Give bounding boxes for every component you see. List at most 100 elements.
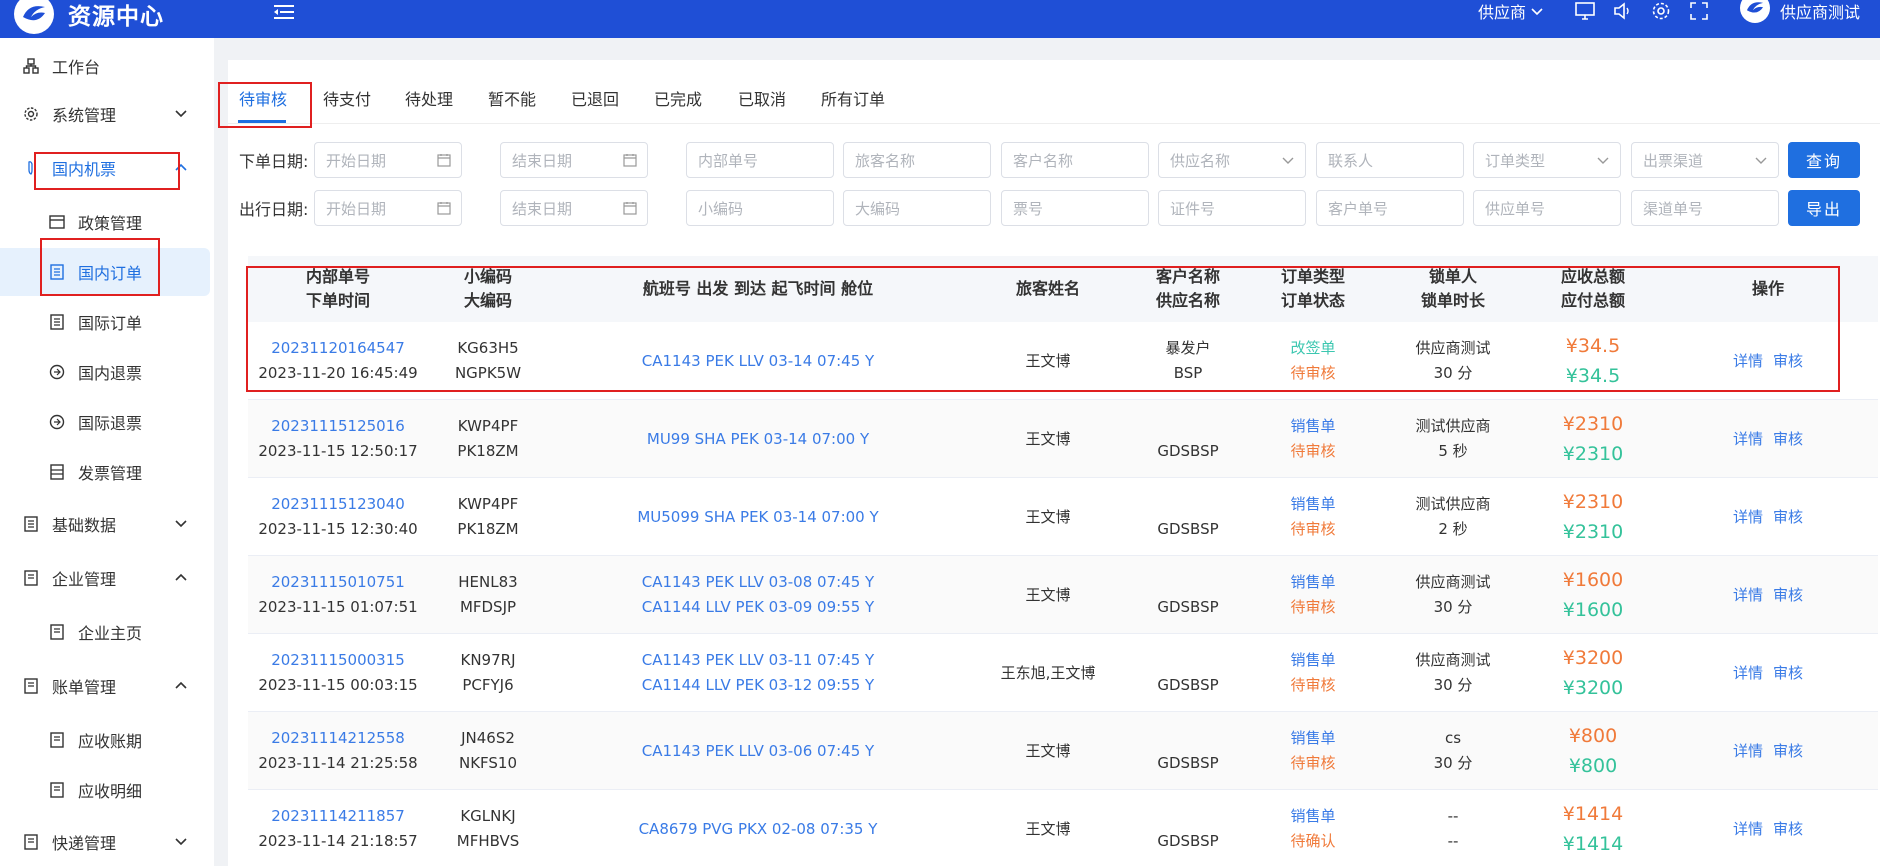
tab-completed[interactable]: 已完成 <box>654 86 702 110</box>
sidebar-item-enterprise[interactable]: 企业管理 <box>0 554 214 602</box>
supplier-order-no-input[interactable]: 供应单号 <box>1473 190 1621 226</box>
menu-toggle-icon[interactable] <box>272 0 296 24</box>
avatar[interactable] <box>1739 0 1770 23</box>
supplier-name-select[interactable]: 供应名称 <box>1158 142 1306 178</box>
supplier-name: GDSBSP <box>1157 754 1219 772</box>
fullscreen-icon[interactable] <box>1688 0 1710 22</box>
tab-returned[interactable]: 已退回 <box>571 86 619 110</box>
sidebar-item-enterprise-home[interactable]: 企业主页 <box>0 608 214 656</box>
tab-temporarily-unable[interactable]: 暂不能 <box>488 86 536 110</box>
contact-input[interactable]: 联系人 <box>1316 142 1464 178</box>
tab-pending-review[interactable]: 待审核 <box>239 86 287 110</box>
order-type-select[interactable]: 订单类型 <box>1473 142 1621 178</box>
order-cell: 20231115000315 2023-11-15 00:03:15 <box>248 634 428 712</box>
audit-link[interactable]: 审核 <box>1773 505 1803 530</box>
passenger-cell: 王文博 <box>968 322 1128 400</box>
small-code: KWP4PF <box>457 417 519 435</box>
sidebar-item-invoice[interactable]: 发票管理 <box>0 448 214 496</box>
speaker-icon[interactable] <box>1612 0 1634 22</box>
flight-link[interactable]: CA8679 PVG PKX 02-08 07:35 Y <box>639 817 878 842</box>
sidebar-item-label: 账单管理 <box>52 678 117 697</box>
locker-name: 供应商测试 <box>1415 339 1491 357</box>
sidebar-item-basic-data[interactable]: 基础数据 <box>0 500 214 548</box>
tab-cancelled[interactable]: 已取消 <box>738 86 786 110</box>
depart-start-date-input[interactable]: 开始日期 <box>314 190 462 226</box>
actions-cell: 详情 审核 <box>1658 478 1878 556</box>
order-no-link[interactable]: 20231115125016 <box>271 414 405 439</box>
detail-link[interactable]: 详情 <box>1733 817 1763 842</box>
order-no-link[interactable]: 20231120164547 <box>271 336 405 361</box>
flight-link[interactable]: CA1143 PEK LLV 03-11 07:45 Y <box>642 648 874 673</box>
passenger-name-input[interactable]: 旅客名称 <box>843 142 991 178</box>
id-no-input[interactable]: 证件号 <box>1158 190 1306 226</box>
actions-cell: 详情 审核 <box>1658 634 1878 712</box>
order-start-date-input[interactable]: 开始日期 <box>314 142 462 178</box>
detail-link[interactable]: 详情 <box>1733 661 1763 686</box>
small-code-input[interactable]: 小编码 <box>686 190 834 226</box>
audit-link[interactable]: 审核 <box>1773 427 1803 452</box>
sidebar-item-system[interactable]: 系统管理 <box>0 90 214 138</box>
tab-pending-payment[interactable]: 待支付 <box>323 86 371 110</box>
order-no-link[interactable]: 20231114212558 <box>271 726 405 751</box>
type-cell: 销售单 待审核 <box>1248 400 1378 478</box>
flight-link[interactable]: CA1143 PEK LLV 03-14 07:45 Y <box>642 349 874 374</box>
monitor-icon[interactable] <box>1574 0 1596 22</box>
flight-cell: CA1143 PEK LLV 03-06 07:45 Y <box>548 712 968 790</box>
sidebar-item-domestic-order[interactable]: 国内订单 <box>0 248 210 296</box>
audit-link[interactable]: 审核 <box>1773 739 1803 764</box>
locker-name: 供应商测试 <box>1415 573 1491 591</box>
sidebar-item-express[interactable]: 快递管理 <box>0 818 214 866</box>
export-button[interactable]: 导出 <box>1788 190 1860 226</box>
order-end-date-input[interactable]: 结束日期 <box>500 142 648 178</box>
internal-order-no-input[interactable]: 内部单号 <box>686 142 834 178</box>
sidebar-item-intl-order[interactable]: 国际订单 <box>0 298 214 346</box>
big-code-input[interactable]: 大编码 <box>843 190 991 226</box>
order-no-link[interactable]: 20231114211857 <box>271 804 405 829</box>
audit-link[interactable]: 审核 <box>1773 349 1803 374</box>
sidebar-item-policy[interactable]: 政策管理 <box>0 198 214 246</box>
tab-all-orders[interactable]: 所有订单 <box>821 86 885 110</box>
code-cell: HENL83 MFDSJP <box>428 556 548 634</box>
ticket-channel-select[interactable]: 出票渠道 <box>1631 142 1779 178</box>
flight-link[interactable]: CA1143 PEK LLV 03-08 07:45 Y <box>642 570 874 595</box>
flight-link[interactable]: CA1144 LLV PEK 03-12 09:55 Y <box>642 673 874 698</box>
tab-pending-process[interactable]: 待处理 <box>405 86 453 110</box>
detail-link[interactable]: 详情 <box>1733 583 1763 608</box>
sidebar-item-intl-refund[interactable]: 国际退票 <box>0 398 214 446</box>
sidebar-item-billing[interactable]: 账单管理 <box>0 662 214 710</box>
flight-link[interactable]: MU99 SHA PEK 03-14 07:00 Y <box>647 427 869 452</box>
flight-link[interactable]: CA1144 LLV PEK 03-09 09:55 Y <box>642 595 874 620</box>
placeholder: 大编码 <box>855 199 901 218</box>
customer-order-no-input[interactable]: 客户单号 <box>1316 190 1464 226</box>
sidebar-item-label: 企业主页 <box>78 624 143 643</box>
sidebar-item-domestic-refund[interactable]: 国内退票 <box>0 348 214 396</box>
detail-link[interactable]: 详情 <box>1733 505 1763 530</box>
detail-link[interactable]: 详情 <box>1733 349 1763 374</box>
ticket-no-input[interactable]: 票号 <box>1001 190 1149 226</box>
settings-gear-icon[interactable] <box>1650 0 1672 22</box>
order-no-link[interactable]: 20231115010751 <box>271 570 405 595</box>
detail-link[interactable]: 详情 <box>1733 739 1763 764</box>
sidebar-item-receivable-period[interactable]: 应收账期 <box>0 716 214 764</box>
detail-link[interactable]: 详情 <box>1733 427 1763 452</box>
chevron-down-icon <box>1531 8 1543 16</box>
channel-order-no-input[interactable]: 渠道单号 <box>1631 190 1779 226</box>
supplier-dropdown[interactable]: 供应商 <box>1478 0 1544 23</box>
flight-link[interactable]: CA1143 PEK LLV 03-06 07:45 Y <box>642 739 874 764</box>
depart-end-date-input[interactable]: 结束日期 <box>500 190 648 226</box>
user-name[interactable]: 供应商测试 <box>1780 0 1860 23</box>
order-no-link[interactable]: 20231115000315 <box>271 648 405 673</box>
query-button[interactable]: 查询 <box>1788 142 1860 178</box>
customer-name-input[interactable]: 客户名称 <box>1001 142 1149 178</box>
audit-link[interactable]: 审核 <box>1773 817 1803 842</box>
order-cell: 20231115125016 2023-11-15 12:50:17 <box>248 400 428 478</box>
flight-link[interactable]: MU5099 SHA PEK 03-14 07:00 Y <box>637 505 878 530</box>
sidebar-item-receivable-detail[interactable]: 应收明细 <box>0 766 214 814</box>
passenger-name: 王文博 <box>1025 585 1071 604</box>
sidebar-item-workbench[interactable]: 工作台 <box>0 42 214 90</box>
order-no-link[interactable]: 20231115123040 <box>271 492 405 517</box>
audit-link[interactable]: 审核 <box>1773 661 1803 686</box>
sidebar-item-domestic-flight[interactable]: 国内机票 <box>0 144 214 192</box>
payable-amount: ¥2310 <box>1562 521 1624 543</box>
audit-link[interactable]: 审核 <box>1773 583 1803 608</box>
